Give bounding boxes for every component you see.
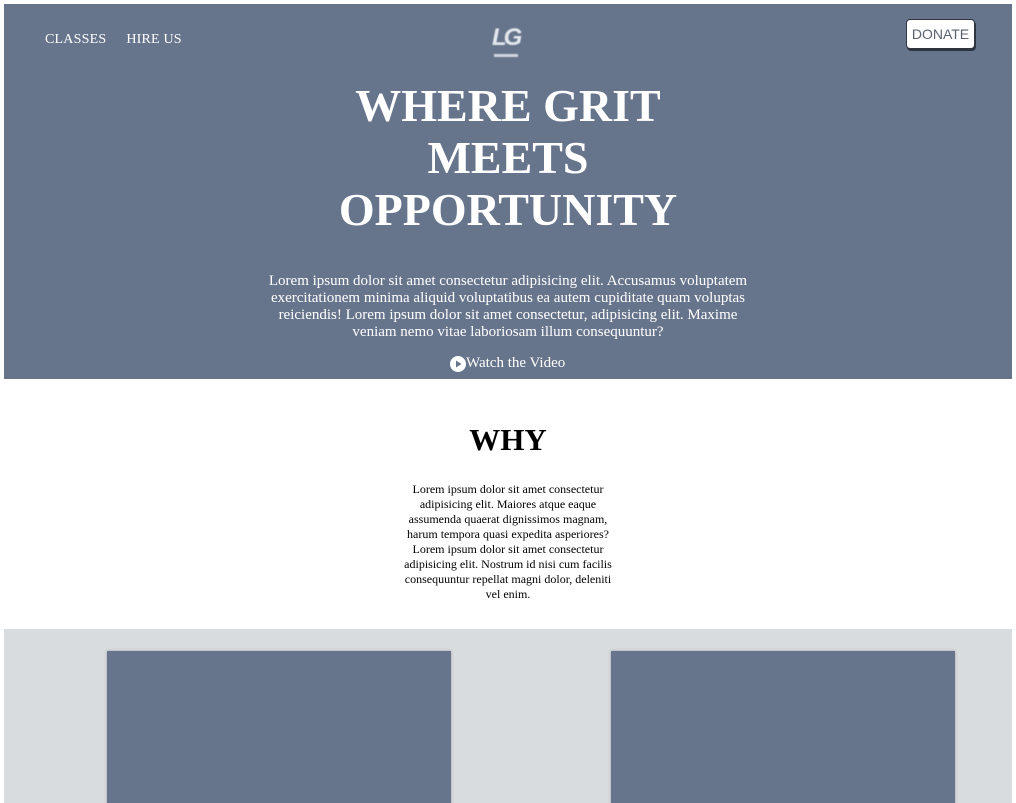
hero-title: WHERE GRIT MEETS OPPORTUNITY [4,80,1012,236]
logo-text: LG [492,24,522,51]
site-logo[interactable]: LG [490,24,524,60]
watch-video-label: Watch the Video [466,355,566,371]
hero-title-line-2: MEETS [427,132,589,183]
hero-section: CLASSES HIRE US LG DONATE WHERE GRIT MEE… [4,4,1012,379]
why-description: Lorem ipsum dolor sit amet consectetur a… [404,482,612,601]
logo-underline [494,54,518,57]
main-nav: CLASSES HIRE US [45,32,182,48]
donate-button[interactable]: DONATE [906,19,975,49]
play-circle-icon [450,355,466,372]
feature-card [611,651,955,803]
why-title: WHY [469,422,547,457]
nav-link-classes[interactable]: CLASSES [45,32,106,48]
hero-title-line-1: WHERE GRIT [355,80,661,131]
feature-card [107,651,451,803]
nav-link-hire-us[interactable]: HIRE US [126,32,181,48]
hero-description: Lorem ipsum dolor sit amet consectetur a… [268,273,748,340]
cards-section [4,629,1012,803]
watch-video-link[interactable]: Watch the Video [450,355,565,372]
hero-title-line-3: OPPORTUNITY [338,184,678,235]
